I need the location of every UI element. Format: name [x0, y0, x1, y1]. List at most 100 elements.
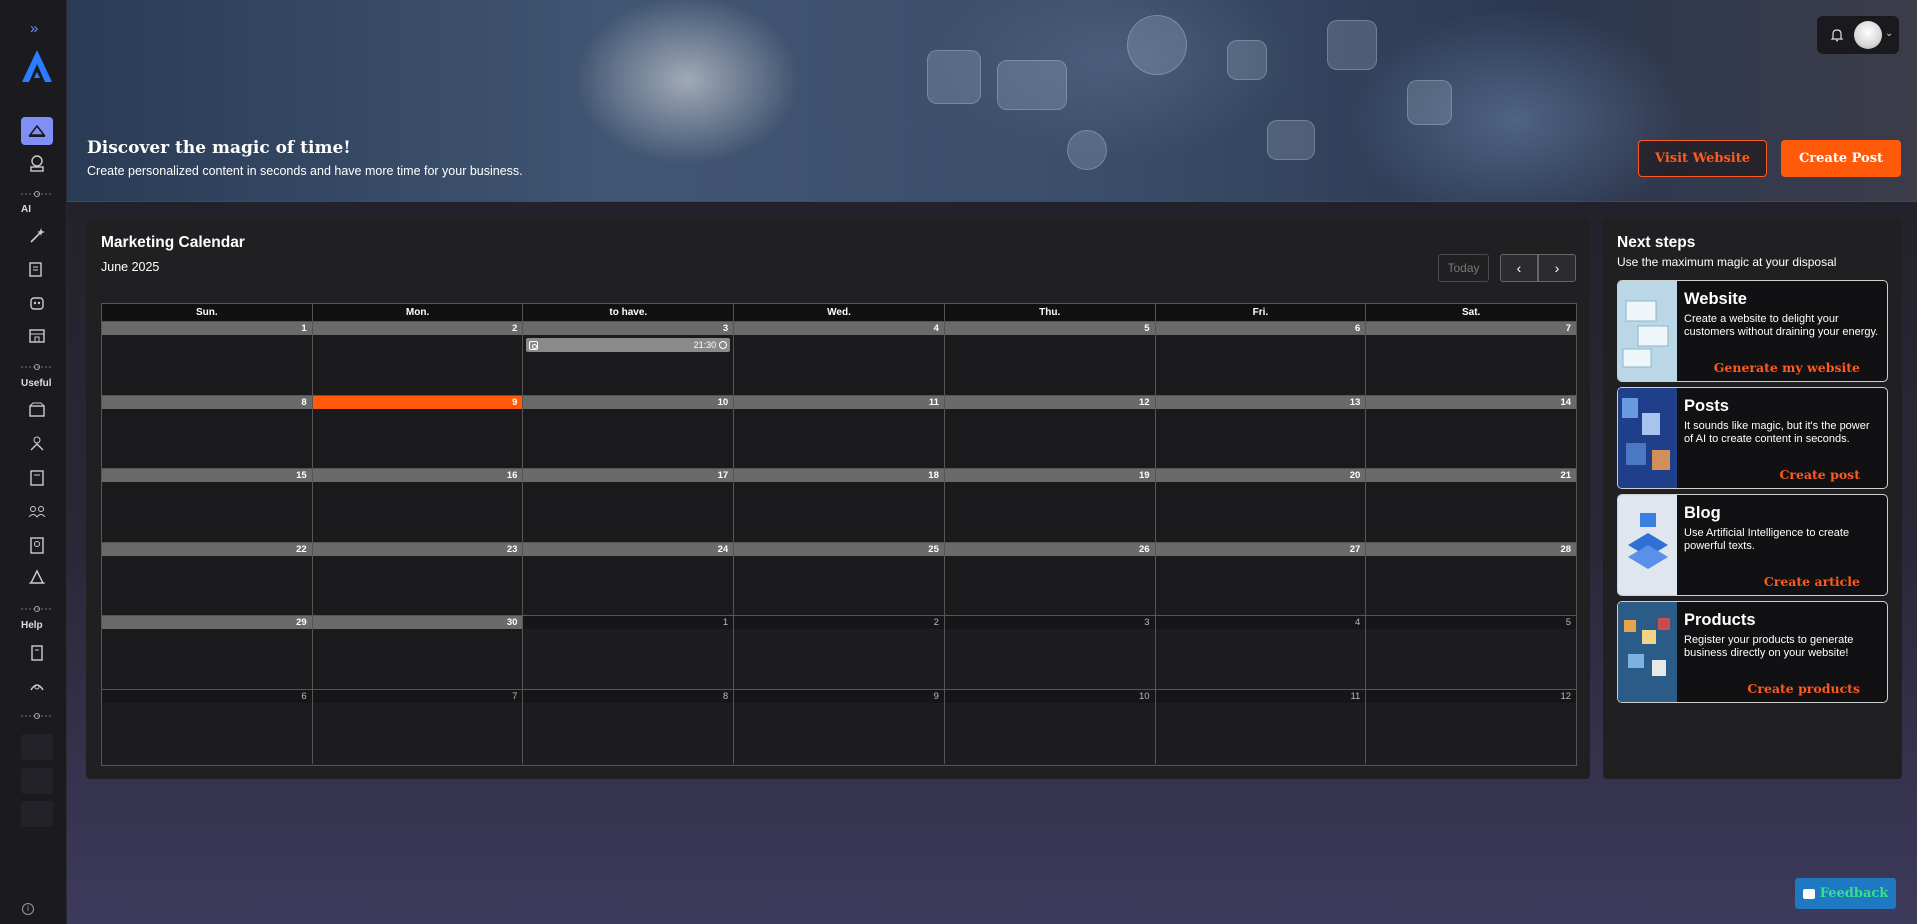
sidebar-item-dashboard[interactable] — [21, 117, 53, 145]
sidebar-item-ai-wand[interactable] — [21, 222, 53, 250]
calendar-day[interactable]: 26 — [944, 542, 1156, 616]
calendar-day[interactable]: 23 — [312, 542, 524, 616]
previous-month-button[interactable]: ‹ — [1500, 254, 1538, 282]
calendar-day[interactable]: 3 21:30 — [523, 322, 735, 395]
decorative-app-icon — [1067, 130, 1107, 170]
day-number: 7 — [312, 690, 523, 703]
calendar-day[interactable]: 25 — [734, 542, 945, 616]
sidebar-item-useful-5[interactable] — [21, 531, 53, 559]
decorative-app-icon — [1407, 80, 1452, 125]
calendar-day[interactable]: 21 — [1366, 469, 1577, 542]
create-products-link[interactable]: Create products — [1747, 681, 1860, 696]
calendar-day[interactable]: 12 — [944, 395, 1156, 469]
calendar-day[interactable]: 7 — [1366, 322, 1577, 395]
avatar[interactable] — [1854, 21, 1882, 49]
day-number: 11 — [1155, 690, 1366, 703]
expand-sidebar-icon[interactable]: » — [30, 21, 46, 36]
calendar-day[interactable]: 6 — [1155, 322, 1367, 395]
info-icon[interactable]: i — [22, 903, 34, 915]
calendar-day[interactable]: 24 — [523, 542, 735, 616]
calendar-day[interactable]: 8 — [523, 690, 735, 764]
day-number: 10 — [523, 395, 734, 409]
calendar-day[interactable]: 1 — [523, 616, 735, 689]
calendar-day[interactable]: 10 — [944, 690, 1156, 764]
notification-bell-icon[interactable] — [1829, 27, 1845, 43]
day-number: 17 — [523, 469, 734, 483]
section-divider — [21, 713, 53, 719]
next-month-button[interactable]: › — [1538, 254, 1576, 282]
user-menu[interactable]: ⌄ — [1817, 16, 1899, 54]
calendar-day[interactable]: 15 — [102, 469, 313, 542]
calendar-day-today[interactable]: 9 — [312, 395, 524, 469]
calendar-day[interactable]: 2 — [312, 322, 524, 395]
calendar-day[interactable]: 4 — [734, 322, 945, 395]
calendar-day[interactable]: 28 — [1366, 542, 1577, 616]
blog-thumbnail — [1618, 495, 1677, 595]
day-number: 22 — [102, 542, 312, 556]
calendar-day[interactable]: 17 — [523, 469, 735, 542]
weekday-header: to have. — [523, 304, 735, 321]
sidebar-item-profile[interactable] — [21, 149, 53, 177]
blog-card[interactable]: Blog Use Artificial Intelligence to crea… — [1617, 494, 1888, 596]
day-number: 16 — [312, 469, 523, 483]
calendar-day[interactable]: 18 — [734, 469, 945, 542]
sidebar-section-help: Help — [21, 620, 43, 631]
website-card[interactable]: Website Create a website to delight your… — [1617, 280, 1888, 382]
create-post-link[interactable]: Create post — [1779, 467, 1860, 482]
products-card[interactable]: Products Register your products to gener… — [1617, 601, 1888, 703]
calendar-day[interactable]: 5 — [1366, 616, 1577, 689]
sidebar-item-ai-store[interactable] — [21, 322, 53, 350]
sidebar-item-useful-6[interactable] — [21, 564, 53, 592]
visit-website-button[interactable]: Visit Website — [1638, 140, 1767, 177]
calendar-day[interactable]: 30 — [312, 616, 524, 689]
calendar-day[interactable]: 8 — [102, 395, 313, 469]
calendar-day[interactable]: 7 — [312, 690, 524, 764]
feedback-button[interactable]: Feedback — [1795, 878, 1896, 909]
sidebar-item-ai-writer[interactable] — [21, 255, 53, 283]
calendar-day[interactable]: 27 — [1155, 542, 1367, 616]
create-article-link[interactable]: Create article — [1764, 574, 1860, 589]
scheduled-post-event[interactable]: 21:30 — [526, 338, 731, 352]
calendar-day[interactable]: 1 — [102, 322, 313, 395]
sidebar-item-ai-robot[interactable] — [21, 289, 53, 317]
calendar-day[interactable]: 6 — [102, 690, 313, 764]
sidebar-item-help-1[interactable] — [21, 639, 53, 667]
today-button[interactable]: Today — [1438, 254, 1489, 282]
sidebar-item-help-2[interactable] — [21, 672, 53, 700]
app-logo[interactable] — [20, 48, 54, 84]
card-description: Use Artificial Intelligence to create po… — [1684, 527, 1850, 552]
calendar-day[interactable]: 5 — [944, 322, 1156, 395]
magic-hat-icon — [28, 124, 46, 137]
posts-card[interactable]: Posts It sounds like magic, but it's the… — [1617, 387, 1888, 489]
create-post-button[interactable]: Create Post — [1781, 140, 1901, 177]
chevron-down-icon[interactable]: ⌄ — [1885, 28, 1893, 39]
calendar-day[interactable]: 10 — [523, 395, 735, 469]
id-card-icon — [30, 537, 44, 554]
calendar-day[interactable]: 20 — [1155, 469, 1367, 542]
calendar-day[interactable]: 12 — [1366, 690, 1577, 764]
calendar-day[interactable]: 29 — [102, 616, 313, 689]
day-number: 23 — [312, 542, 523, 556]
decorative-app-icon — [1267, 120, 1315, 160]
calendar-day[interactable]: 14 — [1366, 395, 1577, 469]
sidebar-item-useful-3[interactable] — [21, 464, 53, 492]
calendar-day[interactable]: 11 — [1155, 690, 1367, 764]
calendar-day[interactable]: 16 — [312, 469, 524, 542]
day-number: 24 — [523, 542, 734, 556]
calendar-day[interactable]: 22 — [102, 542, 313, 616]
calendar-day[interactable]: 13 — [1155, 395, 1367, 469]
calendar-day[interactable]: 3 — [944, 616, 1156, 689]
calendar-day[interactable]: 4 — [1155, 616, 1367, 689]
calendar-day[interactable]: 2 — [734, 616, 945, 689]
calendar-day[interactable]: 11 — [734, 395, 945, 469]
sidebar-item-useful-1[interactable] — [21, 396, 53, 424]
calendar-day[interactable]: 9 — [734, 690, 945, 764]
sidebar-item-useful-2[interactable] — [21, 430, 53, 458]
generate-website-link[interactable]: Generate my website — [1714, 360, 1860, 375]
day-number: 28 — [1366, 542, 1577, 556]
day-number: 9 — [312, 395, 523, 409]
day-number: 5 — [1366, 616, 1577, 630]
calendar-day[interactable]: 19 — [944, 469, 1156, 542]
products-thumbnail — [1618, 602, 1677, 702]
sidebar-item-useful-4[interactable] — [21, 497, 53, 525]
